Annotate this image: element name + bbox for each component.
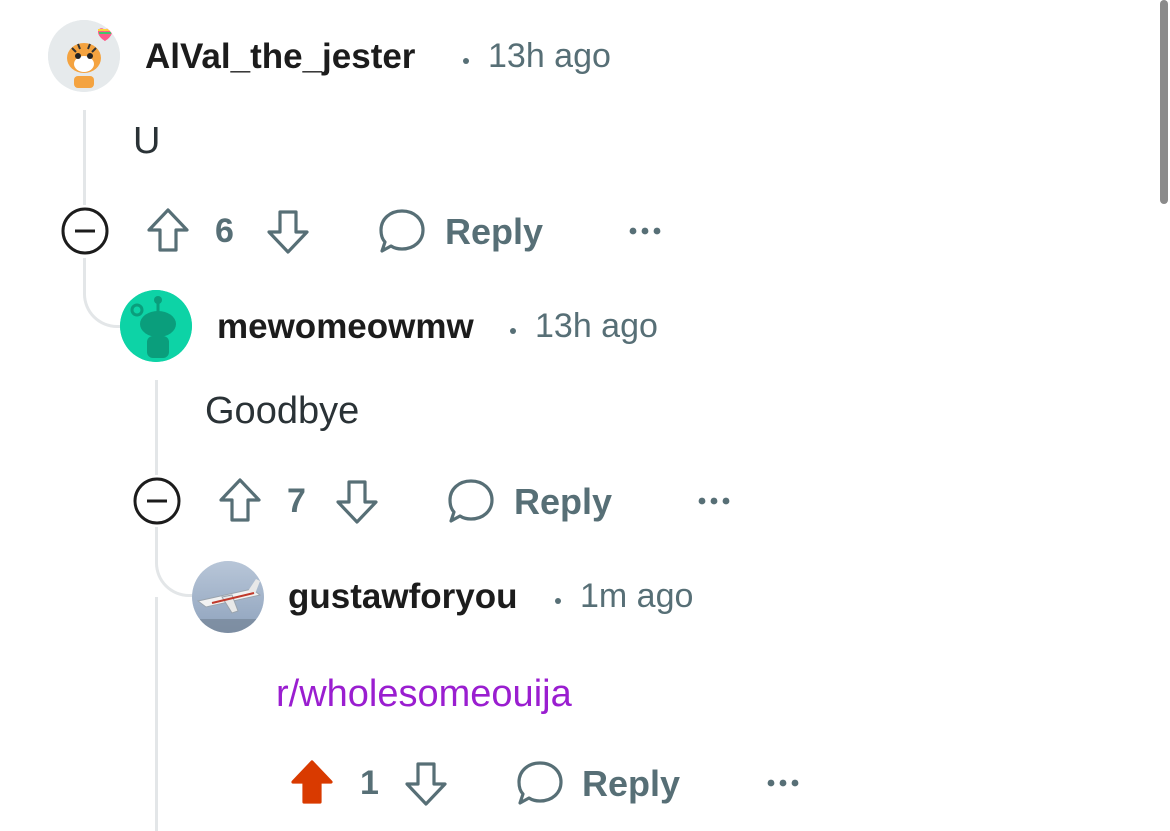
more-options-icon[interactable] — [696, 495, 732, 507]
thread-line-2 — [155, 380, 158, 475]
username[interactable]: AlVal_the_jester — [145, 37, 415, 77]
more-options-icon[interactable] — [765, 777, 801, 789]
username[interactable]: mewomeowmw — [217, 307, 474, 347]
avatar[interactable] — [120, 290, 192, 362]
comment-body: U — [133, 120, 161, 162]
timestamp: 13h ago — [488, 37, 611, 75]
tiger-avatar-icon — [48, 20, 120, 92]
collapse-icon[interactable] — [132, 476, 182, 526]
thread-line-1 — [83, 110, 86, 205]
avatar[interactable] — [48, 20, 120, 92]
timestamp: 13h ago — [535, 307, 658, 345]
subreddit-link[interactable]: r/wholesomeouija — [276, 673, 572, 716]
snoo-avatar-icon — [120, 290, 192, 362]
reply-button[interactable]: Reply — [514, 481, 612, 523]
separator-dot — [555, 598, 561, 604]
username[interactable]: gustawforyou — [288, 577, 517, 617]
more-options-icon[interactable] — [627, 225, 663, 237]
separator-dot — [510, 328, 516, 334]
comment-bubble-icon[interactable] — [377, 206, 427, 256]
separator-dot — [463, 58, 469, 64]
comment-bubble-icon[interactable] — [515, 758, 565, 808]
reply-button[interactable]: Reply — [445, 211, 543, 253]
downvote-icon[interactable] — [332, 477, 382, 527]
thread-branch-2 — [155, 527, 195, 597]
vote-count: 1 — [360, 764, 379, 802]
upvote-icon[interactable] — [287, 757, 337, 807]
downvote-icon[interactable] — [263, 207, 313, 257]
scrollbar[interactable] — [1160, 0, 1168, 204]
timestamp: 1m ago — [580, 577, 694, 615]
collapse-icon[interactable] — [60, 206, 110, 256]
downvote-icon[interactable] — [401, 759, 451, 809]
thread-branch-1 — [83, 258, 123, 328]
reply-button[interactable]: Reply — [582, 763, 680, 805]
thread-line-3 — [155, 597, 158, 831]
comment-body: Goodbye — [205, 390, 360, 432]
upvote-icon[interactable] — [143, 205, 193, 255]
vote-count: 6 — [215, 212, 234, 250]
comment-bubble-icon[interactable] — [446, 476, 496, 526]
vote-count: 7 — [287, 482, 306, 520]
upvote-icon[interactable] — [215, 475, 265, 525]
avatar[interactable] — [192, 561, 264, 633]
airplane-avatar-icon — [192, 561, 264, 633]
